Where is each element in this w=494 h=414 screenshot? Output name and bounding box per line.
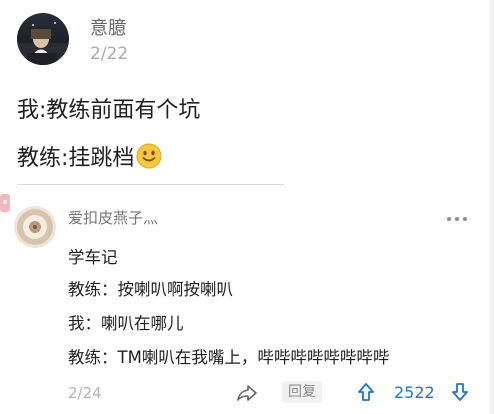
comment-line-2: 教练：按喇叭啊按喇叭 <box>68 280 233 299</box>
upvote-icon[interactable] <box>357 382 375 402</box>
comment-tag-icon <box>0 194 12 214</box>
post-author[interactable]: 意臆 <box>90 14 126 40</box>
comment-author[interactable]: 爱扣皮燕子灬 <box>68 207 158 228</box>
comment-line-4: 教练：TM喇叭在我嘴上，哔哔哔哔哔哔哔哔 <box>68 348 390 367</box>
smile-emoji-icon <box>136 143 162 169</box>
post-line-2: 教练:挂跳档 <box>17 140 162 172</box>
post-date: 2/22 <box>90 44 129 64</box>
reply-button[interactable]: 回复 <box>282 381 322 403</box>
downvote-icon[interactable] <box>451 382 469 402</box>
comment-avatar[interactable] <box>14 206 56 248</box>
comment-line-3: 我：喇叭在哪儿 <box>68 314 184 333</box>
upvote-count: 2522 <box>394 383 435 402</box>
post-avatar[interactable] <box>17 13 69 65</box>
post-divider <box>17 184 284 185</box>
post-line-2-text: 教练:挂跳档 <box>17 146 135 171</box>
comment-line-1: 学车记 <box>68 248 118 267</box>
comment: 爱扣皮燕子灬 学车记 教练：按喇叭啊按喇叭 我：喇叭在哪儿 教练：TM喇叭在我嘴… <box>0 190 494 414</box>
post: 意臆 2/22 我:教练前面有个坑 教练:挂跳档 <box>0 0 494 190</box>
post-line-1: 我:教练前面有个坑 <box>17 98 201 123</box>
share-icon[interactable] <box>237 384 257 402</box>
more-icon[interactable] <box>446 209 468 221</box>
comment-date: 2/24 <box>68 384 102 402</box>
